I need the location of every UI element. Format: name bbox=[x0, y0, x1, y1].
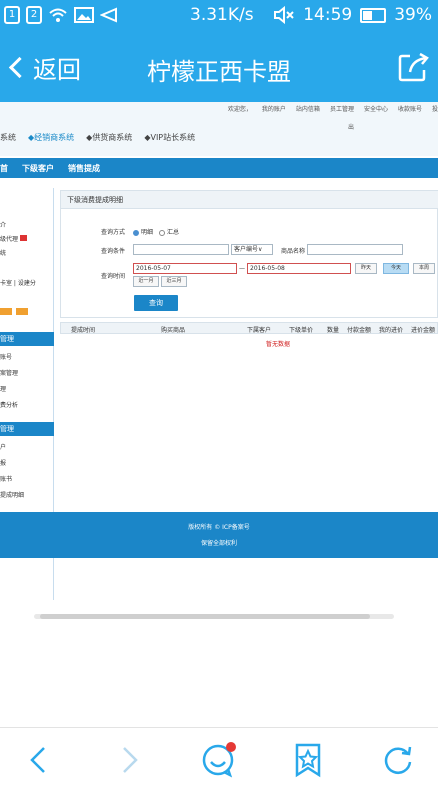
panel-title: 下级消费提成明细 bbox=[61, 191, 438, 209]
condition-input[interactable] bbox=[133, 244, 229, 255]
footer-line2: 保留全部权利 bbox=[200, 540, 237, 547]
sidebar-mini-buttons bbox=[0, 308, 32, 317]
top-link: 欢迎您， bbox=[227, 106, 252, 113]
site-footer: 版权所有 © ICP备案号 保留全部权利 bbox=[0, 512, 438, 558]
mini-button[interactable] bbox=[0, 308, 12, 315]
mode-label: 查询方式 bbox=[101, 229, 126, 236]
battery-icon bbox=[360, 7, 387, 23]
date-separator: — bbox=[239, 265, 245, 272]
footer-line1: 版权所有 © ICP备案号 bbox=[188, 524, 250, 531]
sidebar-link[interactable]: 设建分 bbox=[18, 280, 36, 287]
site-header: 欢迎您， 我的账户 站内信箱 员工管理 安全中心 收款账号 投 出 系统 ◆经销… bbox=[0, 102, 438, 156]
col-header: 下级单价 bbox=[289, 327, 314, 334]
product-input[interactable] bbox=[307, 244, 403, 255]
sidebar-link[interactable]: 卡室 bbox=[0, 280, 12, 287]
chat-icon[interactable] bbox=[200, 742, 236, 778]
tab-dealer[interactable]: ◆经销商系统 bbox=[28, 132, 74, 143]
col-header: 下属客户 bbox=[247, 327, 272, 334]
app-nav-bar: 返回 柠檬正西卡盟 bbox=[0, 32, 438, 102]
sidebar-item[interactable]: 账号 bbox=[0, 352, 12, 361]
browser-toolbar bbox=[0, 727, 438, 788]
status-bar: 1 2 3.31K/s 14:59 39% bbox=[0, 0, 438, 32]
date-to-input[interactable]: 2016-05-08 bbox=[247, 263, 351, 274]
refresh-icon[interactable] bbox=[380, 742, 416, 778]
sidebar-item[interactable]: 介 bbox=[0, 220, 6, 229]
sidebar-item[interactable]: 费分析 bbox=[0, 400, 18, 409]
no-data-text: 暂无数据 bbox=[266, 341, 291, 348]
sidebar-links: 卡室 | 设建分 bbox=[0, 280, 36, 287]
sidebar-item[interactable]: 统 bbox=[0, 248, 6, 257]
tab-supplier[interactable]: ◆供货商系统 bbox=[86, 132, 132, 143]
bookmark-icon[interactable] bbox=[290, 742, 326, 778]
customer-select[interactable]: 客户编号∨ bbox=[231, 244, 273, 255]
tab-vip[interactable]: ◆VIP站长系统 bbox=[144, 132, 195, 143]
sidebar-item[interactable]: 户 bbox=[0, 442, 6, 451]
top-link[interactable]: 我的账户 bbox=[262, 104, 286, 113]
sidebar-item[interactable]: 案管理 bbox=[0, 368, 18, 377]
scroll-thumb[interactable] bbox=[40, 614, 370, 619]
page-title: 柠檬正西卡盟 bbox=[147, 58, 291, 86]
sidebar-item[interactable]: 级代理 bbox=[0, 234, 27, 243]
last-month-button[interactable]: 近一月 bbox=[133, 276, 159, 287]
this-week-button[interactable]: 本周 bbox=[413, 263, 435, 274]
time-label: 查询时间 bbox=[101, 273, 126, 280]
last-3-months-button[interactable]: 近三月 bbox=[161, 276, 187, 287]
network-speed: 3.31K/s bbox=[190, 5, 254, 25]
top-link[interactable]: 员工管理 bbox=[330, 104, 354, 113]
top-links: 欢迎您， 我的账户 站内信箱 员工管理 安全中心 收款账号 投 bbox=[228, 104, 438, 113]
mode-radio-detail[interactable]: 明细 bbox=[133, 227, 153, 236]
sidebar-item[interactable]: 账书 bbox=[0, 474, 12, 483]
mute-icon bbox=[274, 6, 294, 24]
sidebar-head: 管理 bbox=[0, 332, 54, 346]
back-icon[interactable] bbox=[22, 742, 58, 778]
battery-percent: 39% bbox=[394, 5, 432, 25]
system-tabs: 系统 ◆经销商系统 ◆供货商系统 ◆VIP站长系统 bbox=[0, 132, 195, 143]
table-header: 提成时间 购买商品 下属客户 下级单价 数量 付款金额 我的进价 进价金额 bbox=[60, 322, 438, 334]
today-button[interactable]: 今天 bbox=[383, 263, 409, 274]
top-link[interactable]: 收款账号 bbox=[398, 104, 422, 113]
date-from-input[interactable]: 2016-05-07 bbox=[133, 263, 237, 274]
sidebar-item[interactable]: 理 bbox=[0, 384, 6, 393]
yesterday-button[interactable]: 昨天 bbox=[355, 263, 377, 274]
top-link[interactable]: 投 bbox=[432, 104, 438, 113]
top-sub: 出 bbox=[348, 124, 355, 131]
sim1-icon: 1 bbox=[4, 6, 20, 24]
sidebar-head: 管理 bbox=[0, 422, 54, 436]
site-nav: 首 下级客户 销售提成 bbox=[0, 158, 438, 178]
col-header: 提成时间 bbox=[71, 327, 96, 334]
sim2-icon: 2 bbox=[26, 6, 42, 24]
top-link[interactable]: 站内信箱 bbox=[296, 104, 320, 113]
image-icon bbox=[74, 7, 94, 23]
tab-system[interactable]: 系统 bbox=[0, 132, 16, 143]
clock: 14:59 bbox=[303, 5, 353, 25]
query-button[interactable]: 查询 bbox=[134, 295, 178, 311]
wifi-icon bbox=[49, 8, 67, 22]
mini-button[interactable] bbox=[16, 308, 28, 315]
forward-icon[interactable] bbox=[110, 742, 146, 778]
status-left-icons: 1 2 bbox=[4, 6, 118, 24]
nav-subclients[interactable]: 下级客户 bbox=[22, 163, 54, 174]
send-icon bbox=[100, 7, 117, 23]
col-header: 购买商品 bbox=[161, 327, 186, 334]
horizontal-scrollbar[interactable] bbox=[34, 614, 394, 619]
col-header: 进价金额 bbox=[411, 327, 436, 334]
mode-radio-summary[interactable]: 汇总 bbox=[159, 227, 179, 236]
nav-home[interactable]: 首 bbox=[0, 163, 8, 174]
status-right: 14:59 39% bbox=[273, 5, 432, 25]
col-header: 我的进价 bbox=[379, 327, 404, 334]
webview: 欢迎您， 我的账户 站内信箱 员工管理 安全中心 收款账号 投 出 系统 ◆经销… bbox=[0, 102, 438, 714]
sidebar-item[interactable]: 提成明细 bbox=[0, 490, 24, 499]
share-icon[interactable] bbox=[396, 50, 430, 84]
sidebar-item[interactable]: 报 bbox=[0, 458, 6, 467]
top-link[interactable]: 安全中心 bbox=[364, 104, 388, 113]
product-label: 商品名称 bbox=[281, 248, 306, 255]
col-header: 数量 bbox=[327, 327, 340, 334]
col-header: 付款金额 bbox=[347, 327, 372, 334]
cond-label: 查询条件 bbox=[101, 248, 126, 255]
nav-commission[interactable]: 销售提成 bbox=[68, 163, 100, 174]
search-panel: 下级消费提成明细 查询方式 明细 汇总 查询条件 客户编号∨ 商品名称 查询时间… bbox=[60, 190, 438, 318]
